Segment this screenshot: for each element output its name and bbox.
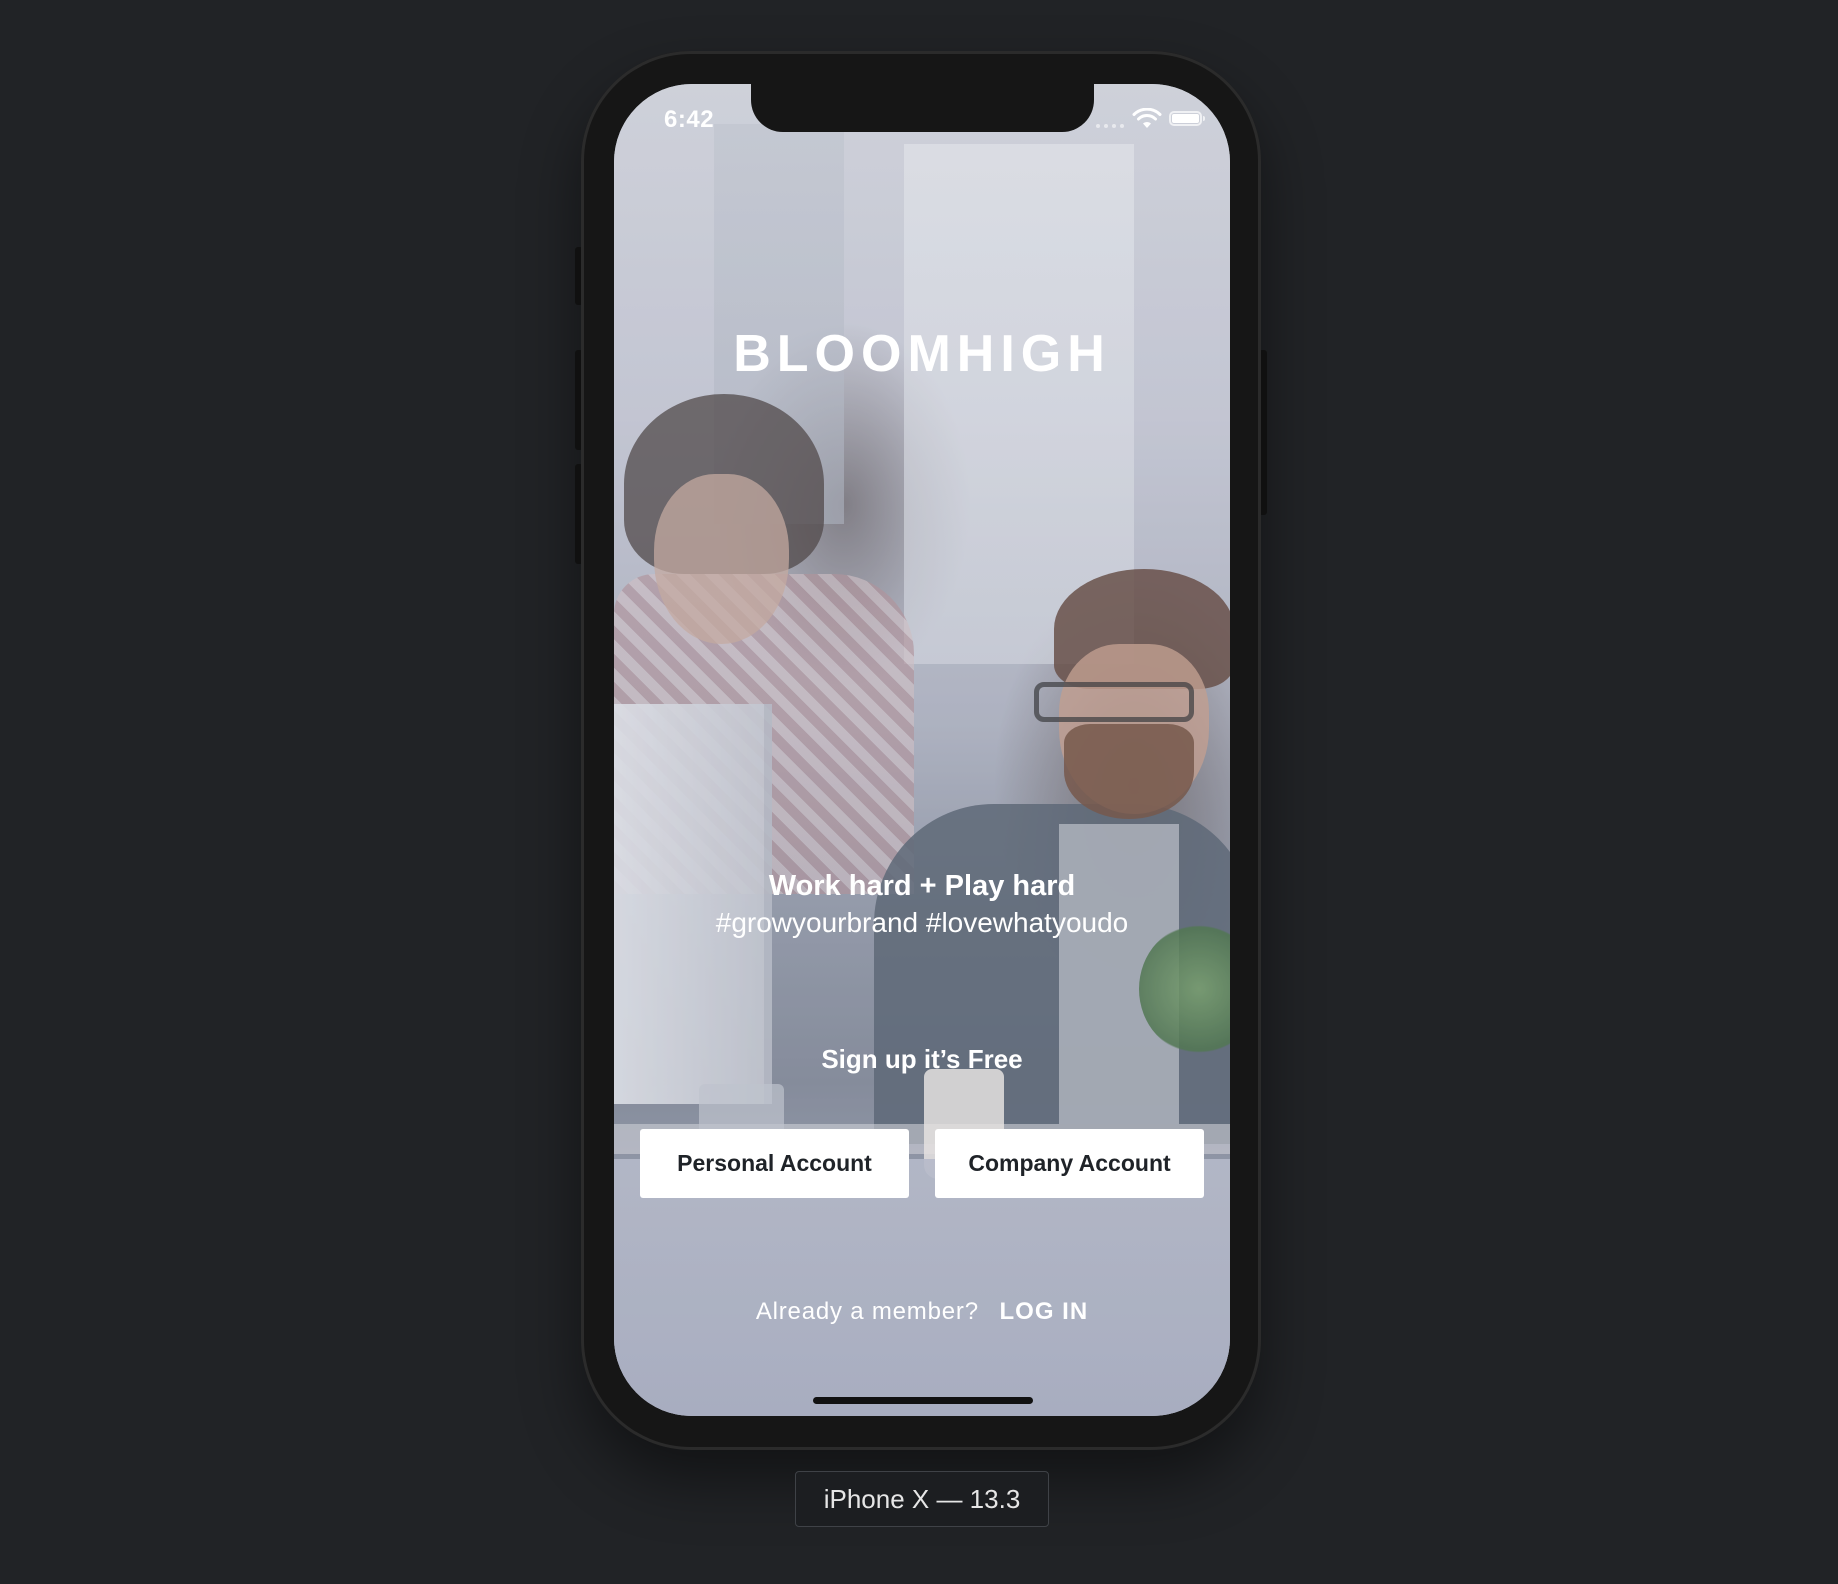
brand-logo: BLOOMHIGH [733, 325, 1111, 383]
status-time: 6:42 [664, 106, 715, 133]
personal-account-button[interactable]: Personal Account [640, 1129, 909, 1198]
phone-screen: 6:42 BLOOMHIGH Work hard + Play hard #gr… [614, 84, 1230, 1416]
notch [751, 84, 1094, 132]
login-prompt: Already a member? [755, 1298, 979, 1325]
hashtags: #growyourbrand #lovewhatyoudo [715, 907, 1129, 938]
signup-label: Sign up it’s Free [821, 1044, 1023, 1074]
wifi-icon [1132, 108, 1162, 128]
photo-overlay [614, 84, 1230, 1416]
login-row: Already a member? LOG IN [614, 1298, 1230, 1326]
home-indicator [813, 1397, 1033, 1404]
company-account-button[interactable]: Company Account [935, 1129, 1204, 1198]
simulator-window: 6:42 BLOOMHIGH Work hard + Play hard #gr… [0, 0, 1838, 1584]
signal-icon [1096, 124, 1124, 128]
login-link[interactable]: LOG IN [1000, 1298, 1089, 1325]
device-label: iPhone X — 13.3 [795, 1471, 1049, 1527]
tagline: Work hard + Play hard [768, 870, 1076, 902]
battery-icon [1169, 111, 1205, 126]
